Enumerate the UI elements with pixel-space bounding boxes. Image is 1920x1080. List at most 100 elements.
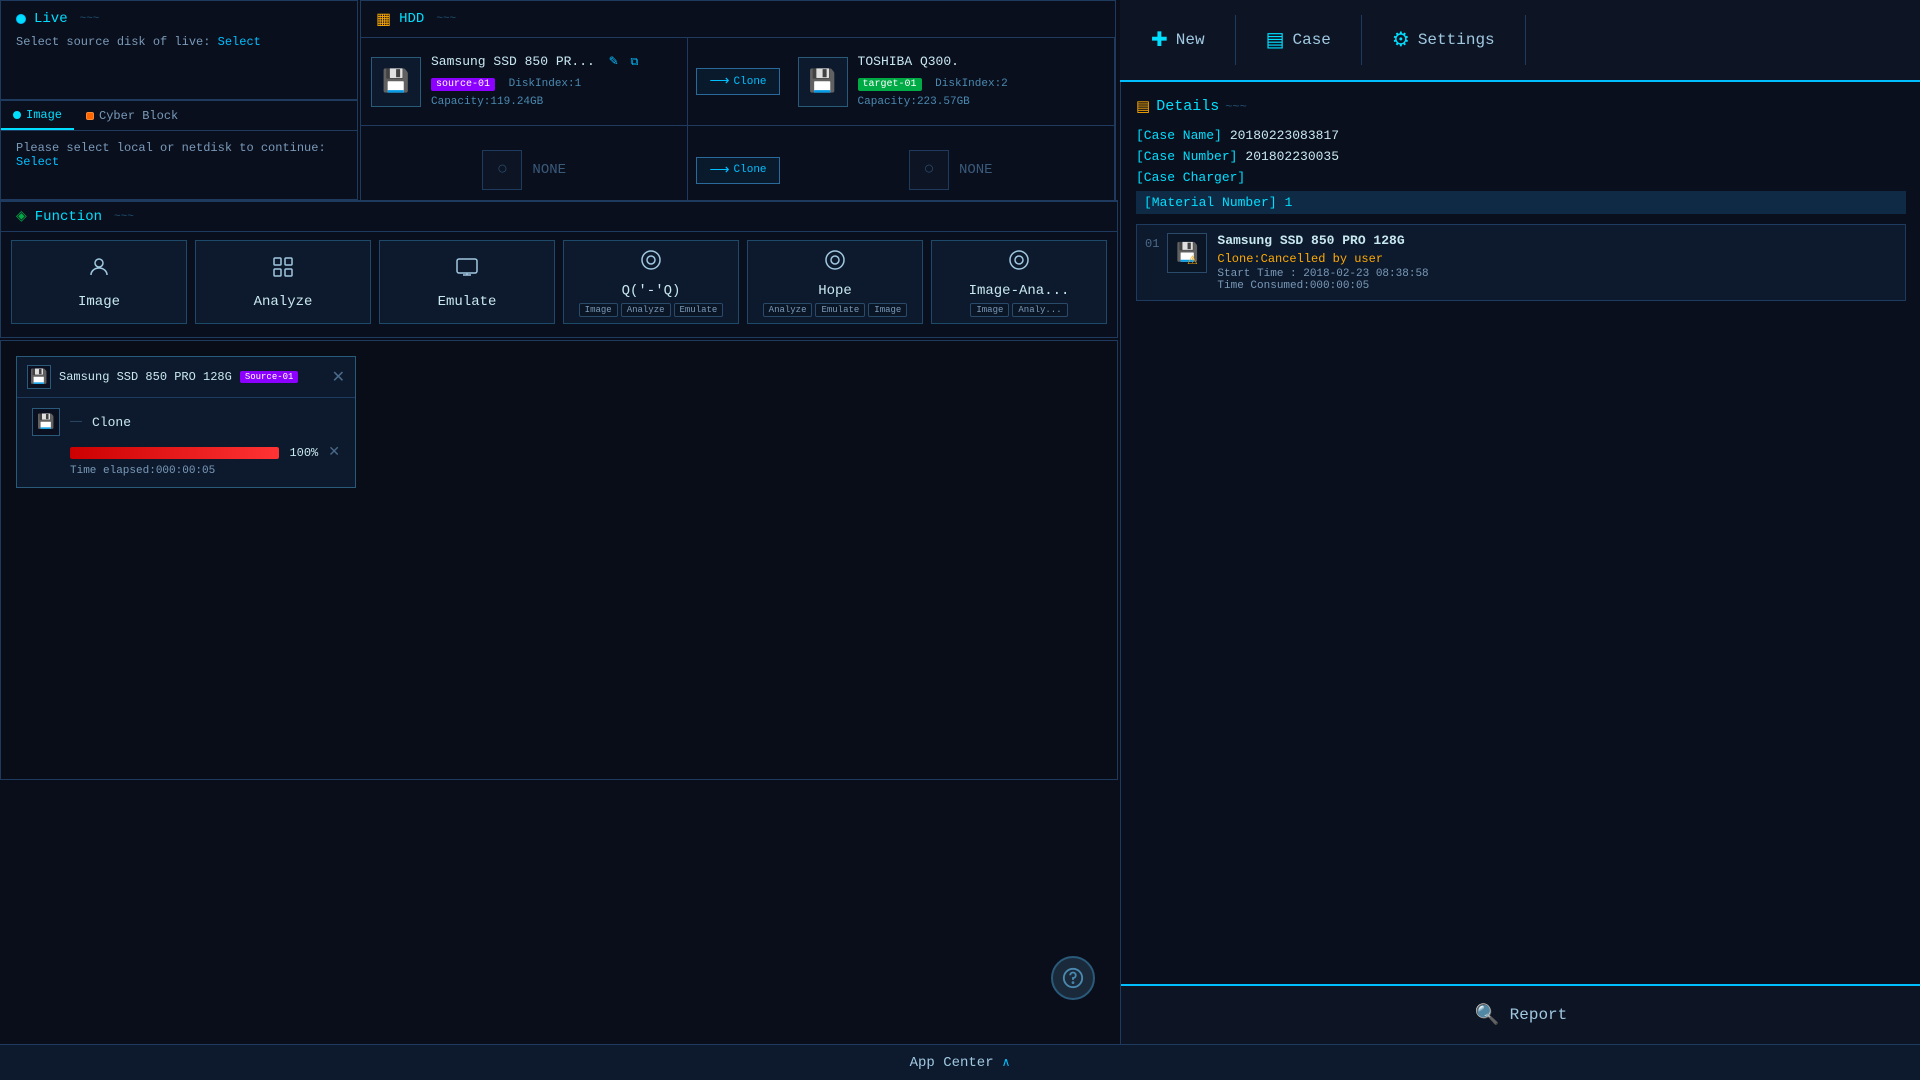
source-card-disk-icon: 💾	[27, 365, 51, 389]
material-item-info: Samsung SSD 850 PRO 128G Clone:Cancelled…	[1217, 233, 1897, 292]
imageana-fn-label: Image-Ana...	[969, 283, 1070, 299]
tab-cyberblock[interactable]: Cyber Block	[74, 101, 190, 130]
new-plus-icon: ✚	[1151, 27, 1168, 53]
hope-tag-3: Image	[868, 303, 907, 317]
hope-fn-icon	[823, 248, 847, 279]
settings-btn[interactable]: ⚙ Settings	[1362, 15, 1526, 65]
source-badge: source-01	[431, 78, 495, 91]
edit-icon[interactable]: ✎	[609, 55, 619, 69]
imageana-fn-tags: Image Analy...	[970, 303, 1067, 317]
case-name-row: [Case Name] 20180223083817	[1136, 128, 1906, 143]
clone-op-icon: 💾	[32, 408, 60, 436]
case-number-row: [Case Number] 201802230035	[1136, 149, 1906, 164]
analyze-fn-label: Analyze	[254, 294, 313, 310]
material-item-starttime: Start Time : 2018-02-23 08:38:58	[1217, 268, 1897, 280]
report-search-icon: 🔍	[1475, 1002, 1500, 1028]
case-charger-label: [Case Charger]	[1136, 170, 1245, 185]
source-card-close[interactable]: ✕	[332, 367, 345, 387]
new-btn[interactable]: ✚ New	[1121, 15, 1236, 65]
source-card: 💾 Samsung SSD 850 PRO 128G Source-01 ✕ 💾…	[16, 356, 356, 488]
settings-gear-icon: ⚙	[1392, 27, 1410, 53]
imageana-tag-2: Analy...	[1012, 303, 1067, 317]
image-tab-content: Please select local or netdisk to contin…	[1, 131, 357, 179]
source-card-header: 💾 Samsung SSD 850 PRO 128G Source-01 ✕	[17, 357, 355, 398]
main-container: Live Select source disk of live: Select …	[0, 0, 1120, 1050]
case-list-icon: ▤	[1266, 27, 1285, 53]
live-panel-title: Live	[16, 11, 342, 27]
tab-image[interactable]: Image	[1, 101, 74, 130]
case-charger-row: [Case Charger]	[1136, 170, 1906, 185]
disk-source-badge-row: source-01 DiskIndex:1 Capacity:119.24GB	[431, 73, 677, 109]
live-indicator	[16, 14, 26, 24]
source-card-badge: Source-01	[240, 371, 299, 383]
clone-button-2[interactable]: ⟶ Clone	[696, 157, 779, 184]
fn-analyze-btn[interactable]: Analyze	[195, 240, 371, 324]
q-tag-3: Emulate	[674, 303, 724, 317]
hope-fn-tags: Analyze Emulate Image	[763, 303, 908, 317]
none-icon-2: ○	[909, 150, 949, 190]
tab-row: Image Cyber Block	[1, 101, 357, 131]
material-item-name: Samsung SSD 850 PRO 128G	[1217, 233, 1897, 248]
material-item-icon: 💾 ⚠	[1167, 233, 1207, 273]
disk-target-info: TOSHIBA Q300. target-01 DiskIndex:2 Capa…	[858, 54, 1104, 109]
function-grid: Image Analyze	[1, 232, 1117, 332]
live-select-link[interactable]: Select	[218, 35, 261, 49]
q-tag-2: Analyze	[621, 303, 671, 317]
case-name-value: 20180223083817	[1230, 128, 1339, 143]
material-item-warn: Clone:Cancelled by user	[1217, 252, 1897, 266]
hdd-panel: ▦ HDD 💾 Samsung SSD 850 PR... ✎ ⧉ source…	[360, 0, 1116, 212]
material-number-label: [Material Number]	[1144, 195, 1277, 210]
hope-fn-label: Hope	[818, 283, 852, 299]
disk-source-name: Samsung SSD 850 PR... ✎ ⧉	[431, 54, 677, 69]
clone-op-row: 💾 —— Clone	[32, 408, 340, 436]
function-panel: ◈ Function Image	[0, 200, 1118, 338]
hdd-icon: ▦	[376, 9, 391, 29]
right-panel: ✚ New ▤ Case ⚙ Settings ▤ Details [Case …	[1120, 0, 1920, 1080]
case-btn[interactable]: ▤ Case	[1236, 15, 1362, 65]
emulate-fn-label: Emulate	[438, 294, 497, 310]
material-number-value: 1	[1285, 195, 1293, 210]
image-fn-label: Image	[78, 294, 120, 310]
fn-image-btn[interactable]: Image	[11, 240, 187, 324]
hdd-row-1: 💾 Samsung SSD 850 PR... ✎ ⧉ source-01 Di…	[361, 38, 1115, 126]
function-icon: ◈	[16, 208, 27, 225]
hdd-header: ▦ HDD	[361, 1, 1115, 38]
time-elapsed: Time elapsed:000:00:05	[32, 465, 340, 477]
case-number-value: 201802230035	[1245, 149, 1339, 164]
hope-tag-1: Analyze	[763, 303, 813, 317]
emulate-fn-icon	[455, 255, 479, 286]
target-badge: target-01	[858, 78, 922, 91]
disk-target-name: TOSHIBA Q300.	[858, 54, 1104, 69]
clone-button-1[interactable]: ⟶ Clone	[696, 68, 779, 95]
image-tab-dot	[13, 111, 21, 119]
image-select-link[interactable]: Select	[16, 155, 59, 169]
source-card-name: Samsung SSD 850 PRO 128G	[59, 370, 232, 384]
app-center[interactable]: App Center ∧	[0, 1044, 1920, 1080]
fn-hope-btn[interactable]: Hope Analyze Emulate Image	[747, 240, 923, 324]
image-panel: Image Cyber Block Please select local or…	[0, 100, 358, 200]
disk-source-item: 💾 Samsung SSD 850 PR... ✎ ⧉ source-01 Di…	[361, 38, 688, 125]
live-prompt: Select source disk of live: Select	[16, 35, 342, 49]
work-area: 💾 Samsung SSD 850 PRO 128G Source-01 ✕ 💾…	[0, 340, 1118, 780]
report-label: Report	[1510, 1006, 1568, 1024]
live-panel: Live Select source disk of live: Select	[0, 0, 358, 100]
material-item-num: 01	[1145, 233, 1159, 251]
help-button[interactable]	[1051, 956, 1095, 1000]
q-tag-1: Image	[579, 303, 618, 317]
material-warning-icon: ⚠	[1187, 253, 1198, 268]
q-fn-label: Q('-'Q)	[622, 283, 681, 299]
progress-close-btn[interactable]: ✕	[328, 444, 340, 461]
copy-icon[interactable]: ⧉	[631, 57, 639, 69]
fn-emulate-btn[interactable]: Emulate	[379, 240, 555, 324]
details-panel: ▤ Details [Case Name] 20180223083817 [Ca…	[1121, 82, 1920, 1020]
app-center-chevron-icon: ∧	[1002, 1055, 1011, 1070]
report-button[interactable]: 🔍 Report	[1121, 984, 1920, 1044]
fn-q-btn[interactable]: Q('-'Q) Image Analyze Emulate	[563, 240, 739, 324]
hope-tag-2: Emulate	[815, 303, 865, 317]
q-fn-tags: Image Analyze Emulate	[579, 303, 724, 317]
app-center-label: App Center	[910, 1055, 994, 1071]
disk-source-icon: 💾	[371, 57, 421, 107]
fn-imageana-btn[interactable]: Image-Ana... Image Analy...	[931, 240, 1107, 324]
none-icon-1: ○	[482, 150, 522, 190]
details-title: ▤ Details	[1136, 97, 1906, 116]
